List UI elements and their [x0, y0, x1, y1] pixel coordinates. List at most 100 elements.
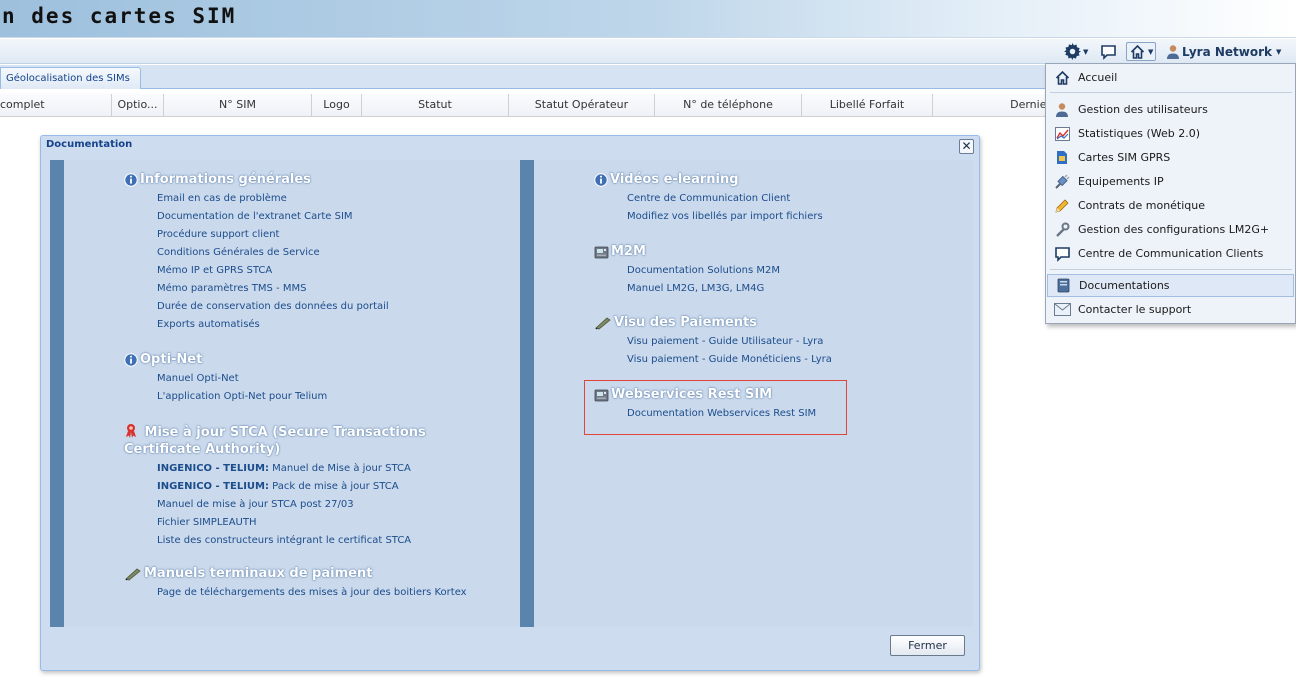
menu-item-label: Gestion des configurations LM2G+ [1078, 223, 1270, 236]
column-header[interactable]: N° SIM [164, 94, 312, 117]
section-videos-elearning: Vidéos e-learning Centre de Communicatio… [594, 171, 994, 226]
section-m2m: M2M Documentation Solutions M2M Manuel L… [594, 243, 994, 298]
section-title: M2M [594, 243, 994, 260]
section-title: Manuels terminaux de paiment [124, 565, 524, 582]
menu-item-contacter-support[interactable]: Contacter le support [1047, 298, 1294, 321]
menu-item-centre-communication[interactable]: Centre de Communication Clients [1047, 242, 1294, 265]
doc-link[interactable]: Liste des constructeurs intégrant le cer… [157, 532, 494, 550]
device-icon [594, 245, 609, 259]
menu-item-configurations-lm2g[interactable]: Gestion des configurations LM2G+ [1047, 218, 1294, 241]
header-banner: n des cartes SIM [0, 0, 1296, 38]
home-icon [1051, 70, 1073, 86]
doc-link[interactable]: Manuel de mise à jour STCA post 27/03 [157, 496, 494, 514]
link-list: INGENICO - TELIUM: Manuel de Mise à jour… [157, 460, 494, 550]
link-list: Page de téléchargements des mises à jour… [157, 584, 524, 602]
doc-link[interactable]: L'application Opti-Net pour Telium [157, 388, 524, 406]
pen-icon [594, 316, 612, 330]
menu-item-accueil[interactable]: Accueil [1047, 66, 1294, 89]
link-text: Manuel de Mise à jour STCA [269, 463, 411, 474]
doc-link[interactable]: Centre de Communication Client [627, 190, 994, 208]
chart-icon [1051, 126, 1073, 141]
doc-link[interactable]: Procédure support client [157, 226, 524, 244]
doc-link[interactable]: INGENICO - TELIUM: Manuel de Mise à jour… [157, 460, 494, 478]
menu-item-label: Gestion des utilisateurs [1078, 103, 1208, 116]
menu-item-documentations[interactable]: Documentations [1047, 274, 1294, 297]
caret-down-icon: ▼ [1276, 47, 1282, 56]
section-mise-a-jour-stca: Mise à jour STCA (Secure Transactions Ce… [124, 423, 494, 550]
section-title-text: Opti-Net [140, 352, 203, 367]
column-header[interactable]: Logo [312, 94, 362, 117]
section-title-text: Informations générales [140, 172, 311, 187]
section-title: Informations générales [124, 171, 524, 188]
doc-link[interactable]: Page de téléchargements des mises à jour… [157, 584, 524, 602]
menu-item-label: Centre de Communication Clients [1078, 247, 1264, 260]
menu-item-contrats-monetique[interactable]: Contrats de monétique [1047, 194, 1294, 217]
column-header[interactable]: N° de téléphone [655, 94, 802, 117]
column-header[interactable]: Optio... [112, 94, 164, 117]
user-name: Lyra Network [1182, 44, 1272, 59]
user-menu-button[interactable]: Lyra Network ▼ [1166, 42, 1281, 61]
column-header[interactable]: Statut [362, 94, 509, 117]
link-list: Centre de Communication Client Modifiez … [627, 190, 994, 226]
info-icon [124, 352, 138, 367]
menu-item-gestion-utilisateurs[interactable]: Gestion des utilisateurs [1047, 98, 1294, 121]
doc-link[interactable]: Mémo IP et GPRS STCA [157, 262, 524, 280]
sim-card-icon [1051, 150, 1073, 165]
menu-item-label: Accueil [1078, 71, 1118, 84]
link-list: Documentation Solutions M2M Manuel LM2G,… [627, 262, 994, 298]
menu-separator [1050, 92, 1292, 93]
link-prefix: INGENICO - TELIUM: [157, 481, 269, 492]
dialog-title: Documentation [46, 139, 133, 150]
pencil-icon [1051, 198, 1073, 214]
doc-link[interactable]: Visu paiement - Guide Monéticiens - Lyra [627, 351, 994, 369]
speech-bubble-icon [1101, 44, 1116, 60]
section-title: Vidéos e-learning [594, 171, 994, 188]
link-list: Visu paiement - Guide Utilisateur - Lyra… [627, 333, 994, 369]
settings-menu-button[interactable]: ▼ [1064, 42, 1088, 61]
envelope-icon [1051, 303, 1073, 316]
doc-link[interactable]: INGENICO - TELIUM: Pack de mise à jour S… [157, 478, 494, 496]
doc-link[interactable]: Email en cas de problème [157, 190, 524, 208]
documentation-dialog: Documentation ✕ Informations générales E… [40, 135, 980, 671]
doc-link[interactable]: Modifiez vos libellés par import fichier… [627, 208, 994, 226]
comments-button[interactable] [1100, 42, 1117, 61]
app-window: n des cartes SIM ▼ ▼ Lyra Network ▼ Géol… [0, 0, 1296, 677]
menu-item-cartes-sim[interactable]: Cartes SIM GPRS [1047, 146, 1294, 169]
column-header[interactable]: complet [0, 94, 112, 117]
link-text: Pack de mise à jour STCA [269, 481, 399, 492]
section-title-text: Vidéos e-learning [610, 172, 739, 187]
doc-link[interactable]: Conditions Générales de Service [157, 244, 524, 262]
doc-link[interactable]: Durée de conservation des données du por… [157, 298, 524, 316]
section-title-text: Mise à jour STCA (Secure Transactions Ce… [124, 425, 426, 457]
menu-item-label: Equipements IP [1078, 175, 1164, 188]
doc-link[interactable]: Documentation Solutions M2M [627, 262, 994, 280]
menu-item-label: Contacter le support [1078, 303, 1192, 316]
fermer-button[interactable]: Fermer [890, 635, 965, 656]
close-icon[interactable]: ✕ [959, 139, 974, 154]
menu-separator [1050, 269, 1292, 270]
doc-link[interactable]: Documentation de l'extranet Carte SIM [157, 208, 524, 226]
column-header[interactable]: Statut Opérateur [509, 94, 655, 117]
section-title-text: M2M [611, 244, 646, 259]
pen-icon [124, 567, 142, 581]
section-title: Mise à jour STCA (Secure Transactions Ce… [124, 423, 494, 458]
doc-link[interactable]: Exports automatisés [157, 316, 524, 334]
left-column-bar [50, 160, 64, 627]
info-icon [594, 172, 608, 187]
doc-link[interactable]: Manuel Opti-Net [157, 370, 524, 388]
doc-link[interactable]: Manuel LM2G, LM3G, LM4G [627, 280, 994, 298]
link-list: Manuel Opti-Net L'application Opti-Net p… [157, 370, 524, 406]
column-header[interactable]: Libellé Forfait [802, 94, 933, 117]
link-list: Email en cas de problème Documentation d… [157, 190, 524, 334]
menu-item-label: Contrats de monétique [1078, 199, 1206, 212]
menu-item-equipements-ip[interactable]: Equipements IP [1047, 170, 1294, 193]
menu-item-statistiques[interactable]: Statistiques (Web 2.0) [1047, 122, 1294, 145]
doc-link[interactable]: Mémo paramètres TMS - MMS [157, 280, 524, 298]
menu-item-label: Documentations [1079, 279, 1170, 292]
tab-geolocalisation[interactable]: Géolocalisation des SIMs [0, 67, 141, 89]
home-menu-button[interactable]: ▼ [1126, 42, 1157, 61]
doc-link[interactable]: Visu paiement - Guide Utilisateur - Lyra [627, 333, 994, 351]
cable-icon [1051, 174, 1073, 190]
section-title: Visu des Paiements [594, 314, 994, 331]
doc-link[interactable]: Fichier SIMPLEAUTH [157, 514, 494, 532]
